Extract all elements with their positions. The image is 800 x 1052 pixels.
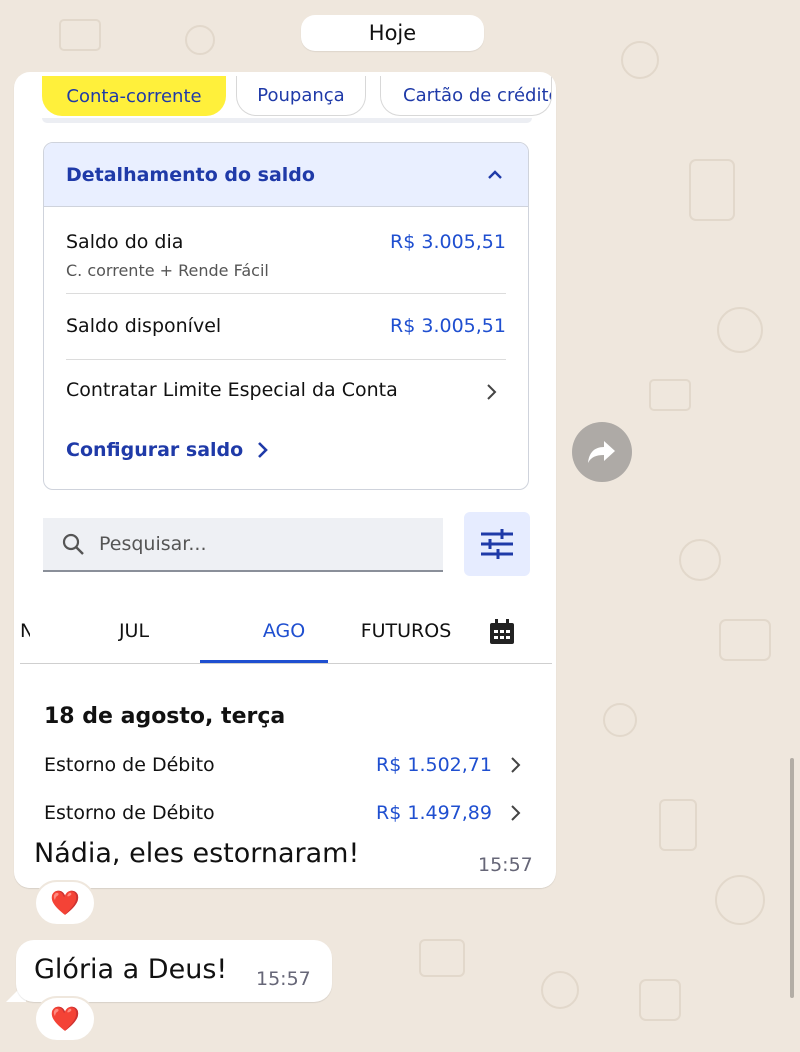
date-separator: Hoje xyxy=(301,15,484,51)
special-limit-label: Contratar Limite Especial da Conta xyxy=(66,379,398,401)
transaction-amount: R$ 1.502,71 xyxy=(376,754,492,776)
account-tab-credit-card[interactable]: Cartão de crédito xyxy=(380,76,552,116)
heart-icon: ❤️ xyxy=(50,889,80,917)
transaction-label: Estorno de Débito xyxy=(44,802,215,824)
balance-row-sub: C. corrente + Rende Fácil xyxy=(66,261,269,280)
tab-month-previous[interactable]: N xyxy=(20,620,30,642)
special-limit-row[interactable]: Contratar Limite Especial da Conta xyxy=(66,379,506,401)
tab-futuros[interactable]: FUTUROS xyxy=(336,620,476,642)
account-tab-savings[interactable]: Poupança xyxy=(236,76,366,116)
configure-balance-label: Configurar saldo xyxy=(66,439,244,461)
chevron-right-icon xyxy=(487,384,497,400)
divider xyxy=(66,293,506,294)
transaction-label: Estorno de Débito xyxy=(44,754,215,776)
month-tabs: N JUL AGO FUTUROS xyxy=(20,612,552,664)
message-time: 15:57 xyxy=(256,968,311,990)
heart-icon: ❤️ xyxy=(50,1005,80,1033)
scrollbar[interactable] xyxy=(790,758,794,998)
forward-button[interactable] xyxy=(572,422,632,482)
balance-detail-card: Detalhamento do saldo Saldo do dia C. co… xyxy=(43,142,529,490)
transaction-row[interactable]: Estorno de Débito R$ 1.497,89 xyxy=(44,802,522,824)
balance-row-label: Saldo disponível xyxy=(66,315,222,337)
divider xyxy=(66,359,506,360)
tab-ago[interactable]: AGO xyxy=(222,620,346,642)
message-text: Glória a Deus! xyxy=(34,954,228,985)
message-caption: Nádia, eles estornaram! xyxy=(34,838,554,888)
chevron-right-icon xyxy=(511,805,521,821)
tabs-baseline xyxy=(20,663,552,664)
transaction-row[interactable]: Estorno de Débito R$ 1.502,71 xyxy=(44,754,522,776)
chevron-right-icon xyxy=(511,757,521,773)
balance-row-label: Saldo do dia xyxy=(66,231,184,253)
message-time: 15:57 xyxy=(478,854,533,876)
balance-card-title: Detalhamento do saldo xyxy=(66,163,315,186)
reaction-badge[interactable]: ❤️ xyxy=(34,880,96,926)
reaction-badge[interactable]: ❤️ xyxy=(34,996,96,1042)
search-icon xyxy=(62,533,84,555)
bank-app-screenshot[interactable]: Conta-corrente Poupança Cartão de crédit… xyxy=(20,76,552,888)
balance-card-header[interactable]: Detalhamento do saldo xyxy=(44,143,528,207)
transaction-amount: R$ 1.497,89 xyxy=(376,802,492,824)
search-placeholder: Pesquisar... xyxy=(99,533,207,555)
account-tab-checking[interactable]: Conta-corrente xyxy=(42,76,226,116)
sliders-icon xyxy=(481,529,513,559)
text-message-bubble[interactable]: Glória a Deus! 15:57 xyxy=(16,940,332,1002)
filter-button[interactable] xyxy=(464,512,530,576)
configure-balance-link[interactable]: Configurar saldo xyxy=(66,439,269,461)
balance-row-value: R$ 3.005,51 xyxy=(390,231,506,253)
balance-row-day: Saldo do dia C. corrente + Rende Fácil R… xyxy=(66,231,506,280)
search-input[interactable]: Pesquisar... xyxy=(43,518,443,572)
day-header: 18 de agosto, terça xyxy=(44,704,286,729)
tabs-divider xyxy=(42,118,532,123)
chevron-up-icon[interactable] xyxy=(488,168,502,182)
chevron-right-icon xyxy=(258,442,269,458)
image-message-bubble[interactable]: Conta-corrente Poupança Cartão de crédit… xyxy=(14,72,556,888)
forward-icon xyxy=(588,441,615,463)
balance-row-value: R$ 3.005,51 xyxy=(390,315,506,337)
balance-row-available: Saldo disponível R$ 3.005,51 xyxy=(66,315,506,337)
tab-jul[interactable]: JUL xyxy=(94,620,174,642)
calendar-icon[interactable] xyxy=(488,618,516,646)
